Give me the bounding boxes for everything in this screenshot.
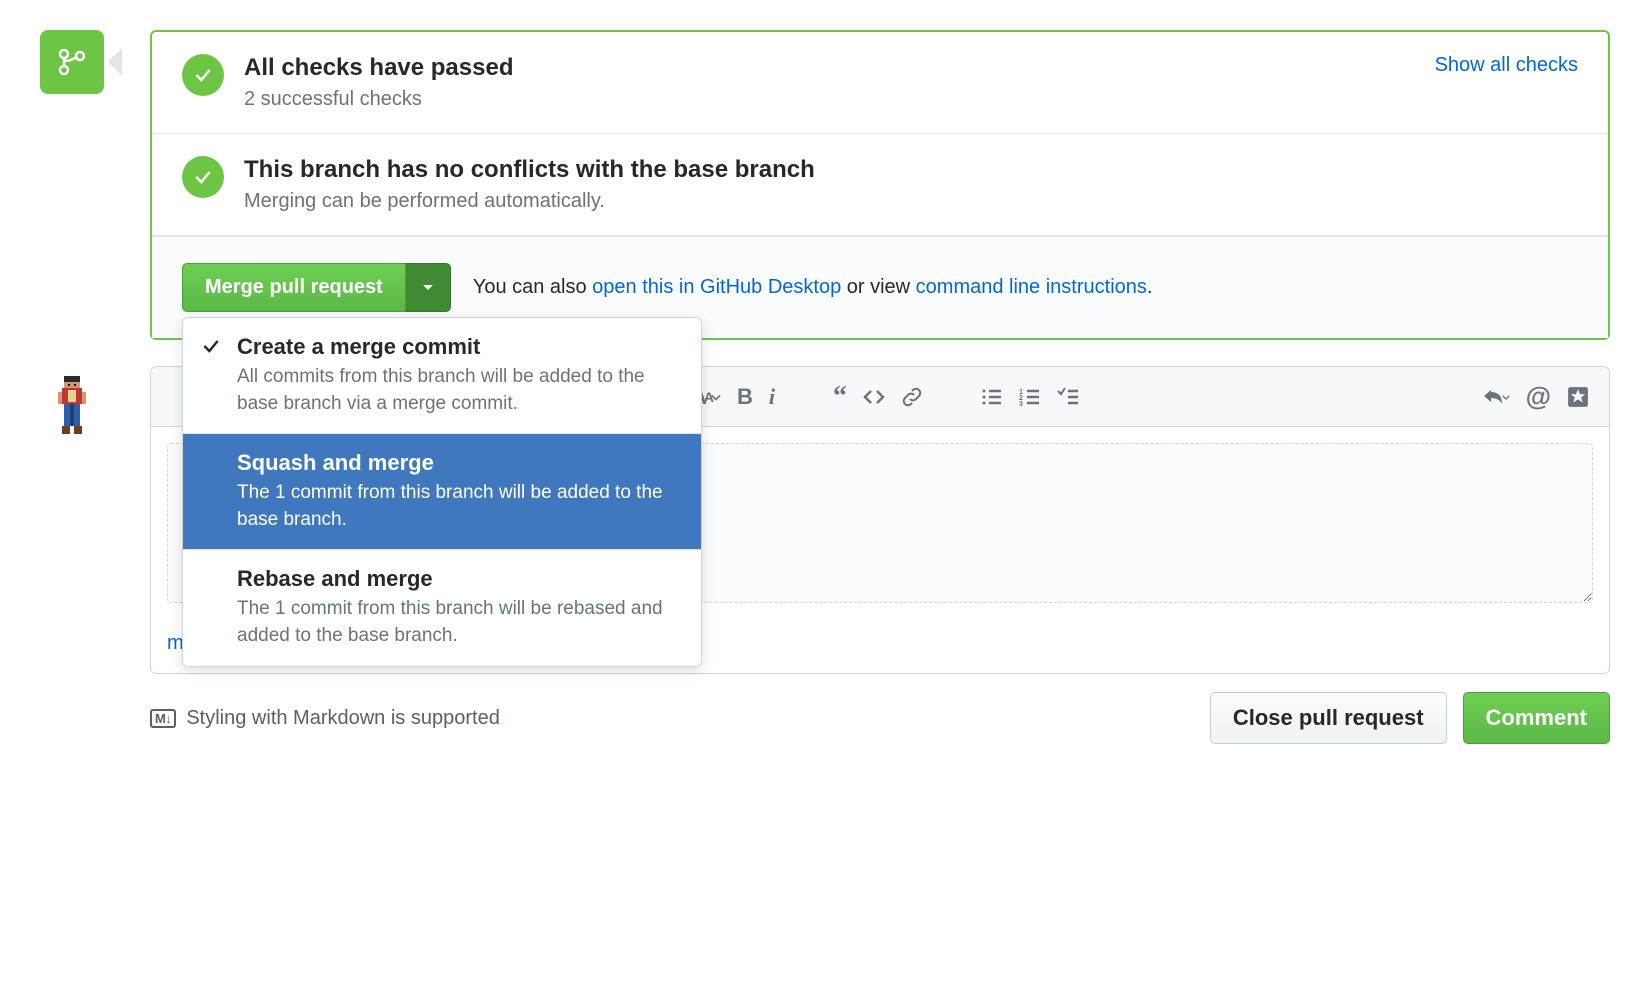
comment-button[interactable]: Comment [1463,692,1610,744]
bookmark-icon[interactable] [1567,386,1589,408]
mention-icon[interactable]: @ [1526,381,1551,412]
checks-status-section: All checks have passed 2 successful chec… [152,32,1608,134]
markdown-support-note[interactable]: M↓ Styling with Markdown is supported [150,707,500,730]
svg-text:3: 3 [1019,401,1023,408]
close-pull-request-button[interactable]: Close pull request [1210,692,1447,744]
task-list-icon[interactable] [1057,386,1079,408]
caret-down-icon [422,284,434,292]
dropdown-item-title: Squash and merge [237,450,681,476]
git-merge-icon [56,46,88,78]
checkmark-icon [201,336,221,356]
dropdown-item-desc: The 1 commit from this branch will be re… [237,596,681,649]
dropdown-item-title: Create a merge commit [237,334,681,360]
merge-pull-request-button[interactable]: Merge pull request [182,263,406,312]
show-all-checks-link[interactable]: Show all checks [1435,54,1578,77]
quote-icon[interactable]: “ [833,392,847,402]
italic-icon[interactable]: i [769,384,775,410]
command-line-instructions-link[interactable]: command line instructions [916,276,1147,298]
dropdown-item-title: Rebase and merge [237,566,681,592]
bold-icon[interactable]: B [737,384,753,410]
dropdown-item-rebase[interactable]: Rebase and merge The 1 commit from this … [183,550,701,665]
checks-subtext: 2 successful checks [244,88,513,111]
comment-footer: M↓ Styling with Markdown is supported Cl… [150,692,1610,744]
reply-icon[interactable] [1482,386,1510,408]
merge-method-dropdown: Create a merge commit All commits from t… [182,317,702,667]
dropdown-item-squash[interactable]: Squash and merge The 1 commit from this … [183,434,701,550]
numbered-list-icon[interactable]: 123 [1019,386,1041,408]
link-icon[interactable] [901,386,923,408]
dropdown-item-desc: The 1 commit from this branch will be ad… [237,480,681,533]
checks-heading: All checks have passed [244,54,513,82]
conflicts-heading: This branch has no conflicts with the ba… [244,156,815,184]
conflicts-subtext: Merging can be performed automatically. [244,190,815,213]
merge-status-panel: All checks have passed 2 successful chec… [150,30,1610,340]
dropdown-item-merge-commit[interactable]: Create a merge commit All commits from t… [183,318,701,434]
code-icon[interactable] [863,386,885,408]
comment-toolbar: AA B i “ 123 [691,381,1589,412]
bullet-list-icon[interactable] [981,386,1003,408]
check-circle-icon [182,54,224,96]
markdown-icon: M↓ [150,709,176,728]
open-in-desktop-link[interactable]: open this in GitHub Desktop [592,276,841,298]
avatar [58,376,86,438]
check-circle-icon [182,156,224,198]
merge-dropdown-caret-button[interactable] [406,263,451,312]
markdown-support-label: Styling with Markdown is supported [186,707,499,730]
git-merge-icon-badge [40,30,104,94]
dropdown-item-desc: All commits from this branch will be add… [237,364,681,417]
merge-side-text: You can also open this in GitHub Desktop… [473,276,1153,299]
conflicts-status-section: This branch has no conflicts with the ba… [152,134,1608,236]
merge-actions-row: Merge pull request You can also open thi… [152,236,1608,338]
